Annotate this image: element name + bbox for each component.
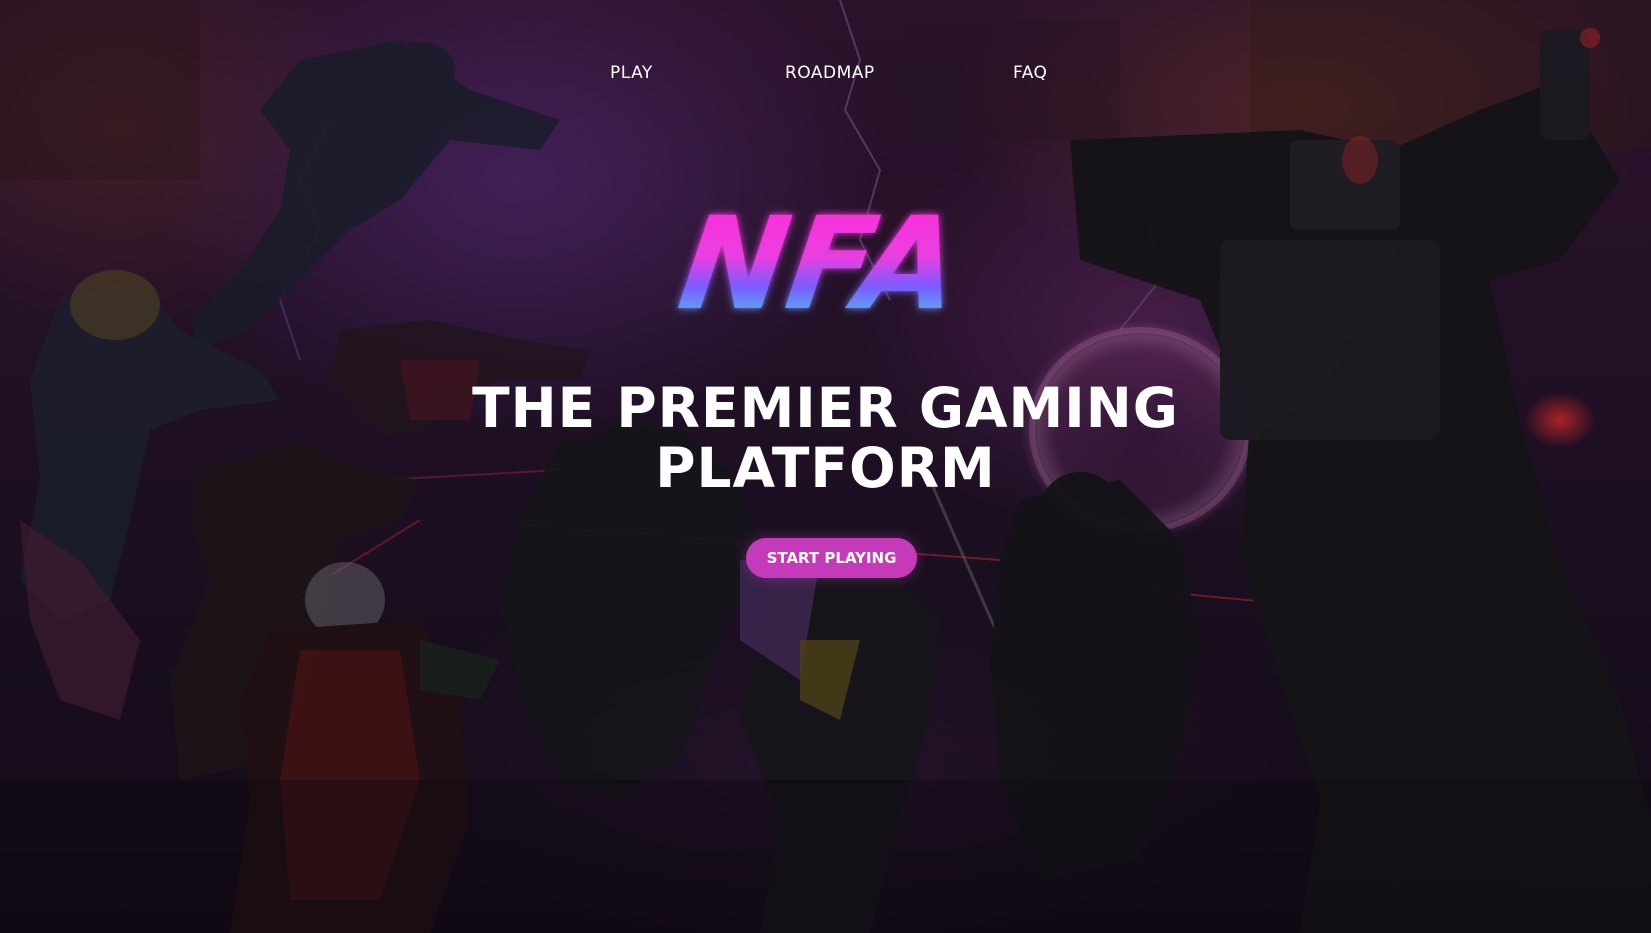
logo-text: NFA: [672, 191, 969, 338]
headline-line-2: PLATFORM: [655, 436, 996, 500]
top-nav: PLAY ROADMAP FAQ: [0, 63, 1651, 89]
start-playing-button[interactable]: START PLAYING: [746, 538, 917, 578]
hero-headline: THE PREMIER GAMING PLATFORM: [0, 378, 1651, 498]
headline-line-1: THE PREMIER GAMING: [472, 376, 1179, 440]
nav-play-link[interactable]: PLAY: [610, 63, 653, 83]
nfa-logo: NFA: [672, 191, 969, 338]
nav-faq-link[interactable]: FAQ: [1013, 63, 1047, 83]
nav-roadmap-link[interactable]: ROADMAP: [785, 63, 875, 83]
hero-section: PLAY ROADMAP FAQ NFA THE PREMIER GAMING …: [0, 0, 1651, 933]
